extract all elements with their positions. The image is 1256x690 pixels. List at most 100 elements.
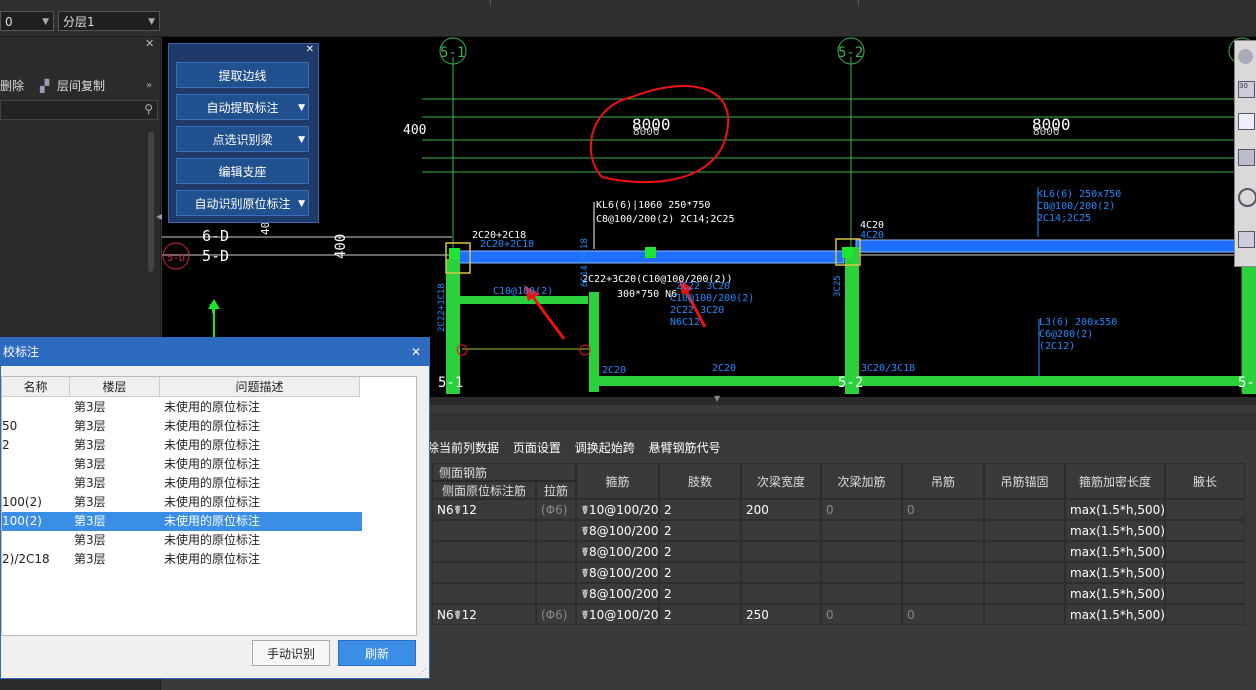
3d-view-icon[interactable]: 30 [1238, 81, 1255, 98]
table-cell[interactable] [984, 562, 1065, 583]
table-cell[interactable] [984, 604, 1065, 625]
list-item[interactable]: 第3层 未使用的原位标注 [2, 398, 362, 417]
table-cell[interactable]: max(1.5*h,500) [1065, 604, 1165, 625]
top-view-icon[interactable] [1238, 113, 1255, 130]
cantilever-rebar-code-button[interactable]: 悬臂钢筋代号 [649, 441, 721, 455]
list-item[interactable]: 第3层 未使用的原位标注 [2, 455, 362, 474]
pick-beam-button[interactable]: 点选识别梁 ▼ [176, 126, 309, 152]
table-cell[interactable]: ☤10@100/200(2) [576, 604, 659, 625]
table-cell[interactable] [432, 583, 536, 604]
table-cell[interactable]: max(1.5*h,500) [1065, 499, 1165, 520]
table-cell[interactable] [821, 583, 902, 604]
table-cell[interactable] [1165, 520, 1245, 541]
table-cell[interactable]: N6☤12 [432, 604, 536, 625]
table-cell[interactable]: 2 [659, 499, 741, 520]
table-cell[interactable]: 200 [741, 499, 821, 520]
page-setup-button[interactable]: 页面设置 [513, 441, 561, 455]
chevron-down-icon[interactable]: ▼ [714, 394, 720, 403]
list-item[interactable]: 第3层 未使用的原位标注 [2, 474, 362, 493]
front-view-icon[interactable] [1238, 149, 1255, 166]
resize-grip-icon[interactable]: ⋰ [419, 667, 427, 676]
auto-original-annotation-button[interactable]: 自动识别原位标注 ▼ [176, 190, 309, 216]
table-cell[interactable] [536, 520, 576, 541]
table-cell[interactable] [902, 583, 984, 604]
table-cell[interactable]: ☤10@100/200(2) [576, 499, 659, 520]
table-cell[interactable]: 2 [659, 520, 741, 541]
table-cell[interactable]: max(1.5*h,500) [1065, 541, 1165, 562]
table-cell[interactable]: max(1.5*h,500) [1065, 562, 1165, 583]
extract-edge-button[interactable]: 提取边线 [176, 62, 309, 88]
table-cell[interactable] [536, 583, 576, 604]
auto-extract-annotation-button[interactable]: 自动提取标注 ▼ [176, 94, 309, 120]
table-cell[interactable] [741, 541, 821, 562]
close-icon[interactable]: ✕ [306, 44, 314, 55]
orbit-icon[interactable] [1238, 49, 1253, 64]
grid-icon[interactable] [1238, 231, 1255, 248]
refresh-button[interactable]: 刷新 [338, 640, 416, 666]
dialog-titlebar[interactable]: 校标注 ✕ [1, 338, 429, 366]
search-input[interactable]: ⚲ [0, 100, 158, 120]
table-cell[interactable] [536, 541, 576, 562]
table-cell[interactable] [984, 583, 1065, 604]
table-cell[interactable] [432, 562, 536, 583]
swap-start-span-button[interactable]: 调换起始跨 [575, 441, 635, 455]
table-cell[interactable] [1165, 562, 1245, 583]
clear-column-button[interactable]: 除当前列数据 [427, 441, 499, 455]
list-item[interactable]: 2 第3层 未使用的原位标注 [2, 436, 362, 455]
table-cell[interactable] [432, 520, 536, 541]
table-cell[interactable] [1165, 583, 1245, 604]
table-cell[interactable] [741, 562, 821, 583]
table-cell[interactable]: (Φ6) [536, 604, 576, 625]
list-item[interactable]: 2)/2C18 第3层 未使用的原位标注 [2, 550, 362, 569]
table-cell[interactable]: 2 [659, 562, 741, 583]
table-cell[interactable] [1165, 604, 1245, 625]
table-cell[interactable] [1165, 499, 1245, 520]
table-cell[interactable]: max(1.5*h,500) [1065, 583, 1165, 604]
table-cell[interactable]: ☤8@100/200(2) [576, 520, 659, 541]
layer-select[interactable]: 分层1 ▼ [58, 11, 160, 31]
table-cell[interactable]: (Φ6) [536, 499, 576, 520]
scrollbar[interactable] [148, 132, 154, 272]
table-cell[interactable]: 0 [821, 604, 902, 625]
column-header-description[interactable]: 问题描述 [160, 377, 360, 397]
table-cell[interactable] [821, 562, 902, 583]
table-cell[interactable]: ☤8@100/200(2) [576, 583, 659, 604]
floor-select[interactable]: 0 ▼ [0, 11, 54, 31]
column-header-name[interactable]: 名称 [2, 377, 70, 397]
table-cell[interactable] [984, 541, 1065, 562]
table-cell[interactable] [741, 583, 821, 604]
table-cell[interactable] [984, 499, 1065, 520]
list-item[interactable]: 第3层 未使用的原位标注 [2, 531, 362, 550]
list-item[interactable]: 50 第3层 未使用的原位标注 [2, 417, 362, 436]
table-cell[interactable] [902, 562, 984, 583]
table-cell[interactable]: N6☤12 [432, 499, 536, 520]
table-cell[interactable] [902, 541, 984, 562]
table-cell[interactable] [536, 562, 576, 583]
delete-button[interactable]: 删除 [0, 75, 24, 97]
edit-support-button[interactable]: 编辑支座 [176, 158, 309, 184]
table-cell[interactable] [432, 541, 536, 562]
table-cell[interactable] [741, 520, 821, 541]
table-cell[interactable] [984, 520, 1065, 541]
table-cell[interactable]: 2 [659, 541, 741, 562]
list-item[interactable]: 100(2) 第3层 未使用的原位标注 [2, 493, 362, 512]
close-icon[interactable]: ✕ [411, 338, 421, 366]
table-cell[interactable]: 0 [821, 499, 902, 520]
manual-recognize-button[interactable]: 手动识别 [252, 640, 330, 666]
table-cell[interactable] [821, 520, 902, 541]
table-cell[interactable] [821, 541, 902, 562]
table-cell[interactable] [1165, 541, 1245, 562]
table-cell[interactable]: 250 [741, 604, 821, 625]
expand-icon[interactable]: » [146, 75, 152, 97]
table-cell[interactable]: 0 [902, 604, 984, 625]
table-cell[interactable]: 2 [659, 604, 741, 625]
column-header-floor[interactable]: 楼层 [70, 377, 160, 397]
table-cell[interactable]: max(1.5*h,500) [1065, 520, 1165, 541]
layer-copy-button[interactable]: 层间复制 [57, 75, 105, 97]
list-item[interactable]: 100(2) 第3层 未使用的原位标注 [2, 512, 362, 531]
close-icon[interactable]: ✕ [145, 37, 154, 50]
table-cell[interactable]: 0 [902, 499, 984, 520]
table-cell[interactable]: 2 [659, 583, 741, 604]
rotate-icon[interactable] [1238, 188, 1256, 207]
table-cell[interactable] [902, 520, 984, 541]
